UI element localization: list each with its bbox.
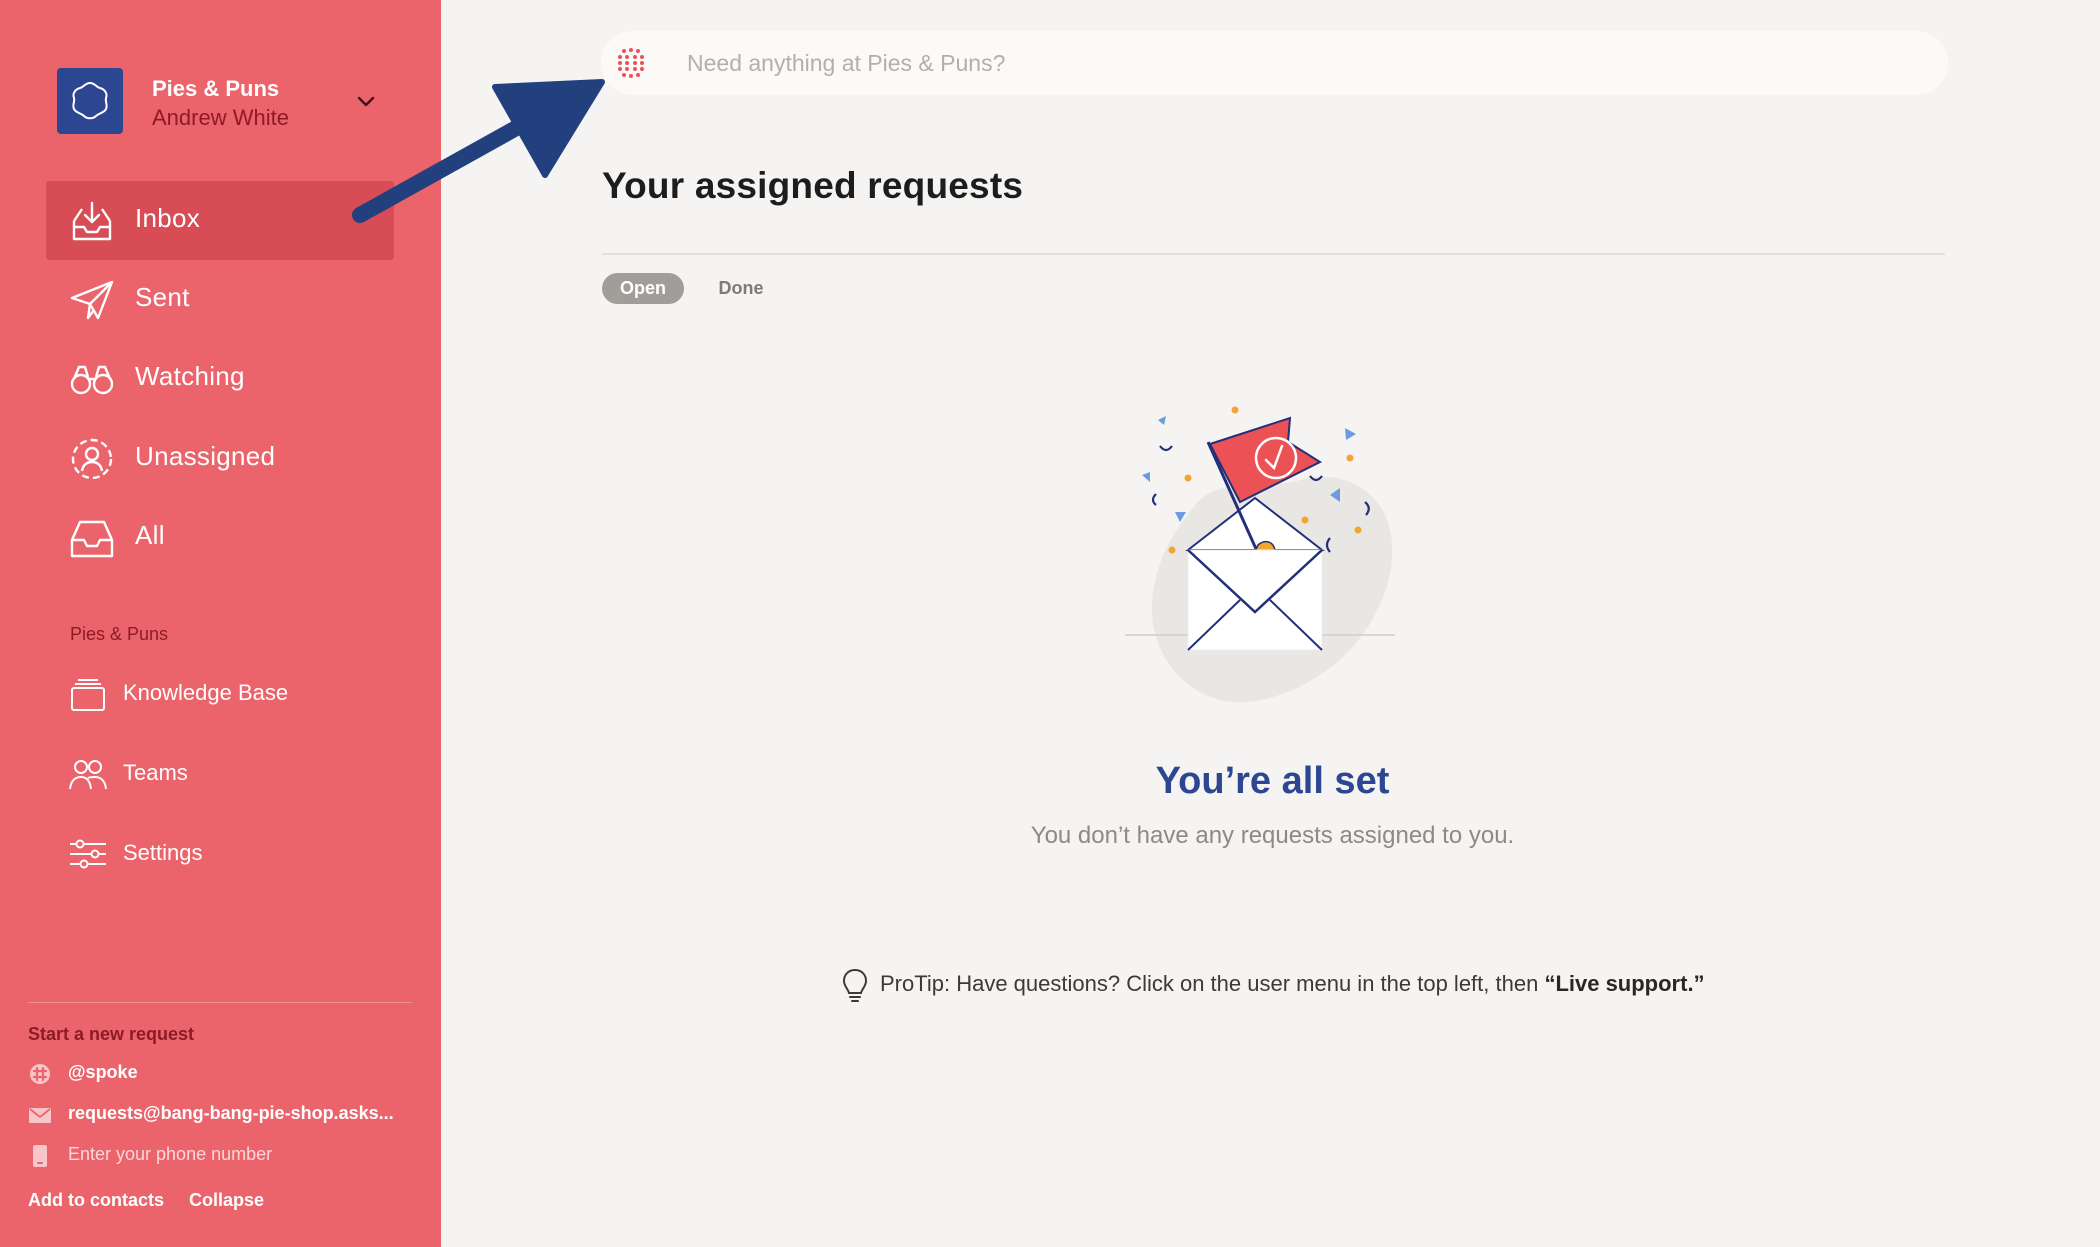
nav-label-watching: Watching bbox=[135, 361, 245, 391]
protip-text: ProTip: Have questions? Click on the use… bbox=[880, 971, 1705, 997]
nav-item-sent[interactable]: Sent bbox=[46, 260, 394, 339]
nav-item-all[interactable]: All bbox=[46, 498, 394, 577]
page-title: Your assigned requests bbox=[602, 165, 1024, 206]
empty-state-description: You don’t have any requests assigned to … bbox=[1030, 822, 1515, 849]
knowledge-base-icon bbox=[71, 679, 105, 711]
phone-input-row[interactable]: Enter your phone number bbox=[28, 1141, 418, 1171]
footer-title: Start a new request bbox=[28, 1024, 195, 1044]
title-divider bbox=[602, 253, 1945, 255]
dot-grid-icon bbox=[618, 48, 644, 78]
add-to-contacts-link[interactable]: Add to contacts bbox=[28, 1190, 164, 1210]
nav-label-unassigned: Unassigned bbox=[135, 441, 276, 471]
tray-icon bbox=[70, 520, 114, 558]
org-logo bbox=[57, 68, 123, 134]
org-name: Pies & Puns bbox=[152, 76, 280, 101]
protip-prefix: ProTip: Have questions? Click on the use… bbox=[880, 971, 1545, 996]
search-input[interactable] bbox=[687, 43, 1887, 83]
nav-item-unassigned[interactable]: Unassigned bbox=[46, 419, 394, 498]
section-label: Pies & Puns bbox=[70, 624, 169, 644]
org-logo-icon bbox=[72, 81, 108, 120]
inbox-icon bbox=[72, 201, 112, 241]
protip: ProTip: Have questions? Click on the use… bbox=[838, 965, 1738, 1005]
nav-label-all: All bbox=[135, 520, 165, 550]
all-set-illustration bbox=[1125, 406, 1395, 703]
empty-state-title: You’re all set bbox=[1155, 760, 1390, 802]
nav-item-inbox[interactable]: Inbox bbox=[46, 181, 394, 260]
nav-item-watching[interactable]: Watching bbox=[46, 339, 394, 418]
sidebar: Pies & Puns Andrew White Inbox Sent Watc… bbox=[0, 0, 441, 1247]
sidebar-item-knowledge-base[interactable]: Knowledge Base bbox=[46, 664, 394, 724]
binoculars-icon bbox=[70, 365, 114, 395]
collapse-link[interactable]: Collapse bbox=[189, 1190, 264, 1210]
phone-icon bbox=[33, 1145, 47, 1167]
chevron-down-icon[interactable] bbox=[354, 90, 378, 114]
footer-divider bbox=[28, 1002, 412, 1003]
slack-handle: @spoke bbox=[68, 1062, 138, 1082]
search-bar[interactable] bbox=[601, 31, 1948, 95]
tab-open[interactable]: Open bbox=[602, 273, 684, 304]
footer-links: Add to contacts Collapse bbox=[28, 1190, 284, 1211]
slack-channel[interactable]: @spoke bbox=[28, 1059, 418, 1089]
sidebar-label-knowledge-base: Knowledge Base bbox=[123, 680, 289, 705]
org-switcher[interactable]: Pies & Puns Andrew White bbox=[57, 68, 397, 136]
nav-label-inbox: Inbox bbox=[135, 203, 201, 233]
unassigned-user-icon bbox=[71, 438, 113, 480]
paper-plane-icon bbox=[70, 280, 114, 320]
nav-label-sent: Sent bbox=[135, 282, 190, 312]
tab-done[interactable]: Done bbox=[700, 273, 782, 304]
org-user-name: Andrew White bbox=[152, 105, 289, 130]
email-text: requests@bang-bang-pie-shop.asks... bbox=[68, 1103, 394, 1123]
email-address[interactable]: requests@bang-bang-pie-shop.asks... bbox=[28, 1100, 418, 1130]
mail-icon bbox=[29, 1108, 51, 1123]
protip-live-support: “Live support.” bbox=[1544, 971, 1705, 996]
lightbulb-icon bbox=[842, 968, 868, 1002]
slack-icon bbox=[30, 1064, 50, 1084]
phone-placeholder[interactable]: Enter your phone number bbox=[68, 1144, 272, 1165]
